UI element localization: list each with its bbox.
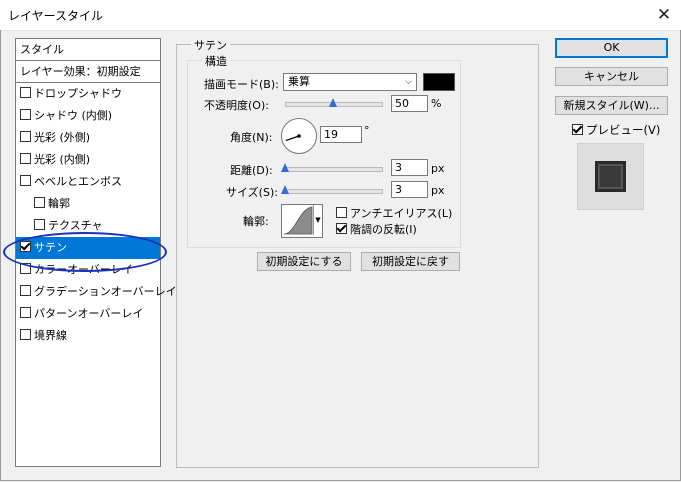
invert-checkbox[interactable] [336, 223, 347, 234]
distance-input[interactable]: 3 [391, 159, 428, 176]
style-item-checkbox[interactable] [20, 109, 31, 120]
style-item-label: パターンオーバーレイ [34, 307, 144, 320]
style-item-label: テクスチャ [48, 219, 103, 232]
preview-checkbox[interactable] [572, 124, 583, 135]
style-item-checkbox[interactable] [20, 175, 31, 186]
style-item[interactable]: レイヤー効果：初期設定 [16, 61, 160, 83]
style-item[interactable]: 境界線 [16, 325, 160, 347]
opacity-input[interactable]: 50 [391, 95, 428, 112]
style-item[interactable]: 光彩 (外側) [16, 127, 160, 149]
make-default-button[interactable]: 初期設定にする [257, 252, 351, 271]
anti-alias-label: アンチエイリアス(L) [350, 207, 453, 220]
size-unit: px [431, 184, 445, 197]
style-item-checkbox[interactable] [20, 285, 31, 296]
style-item-label: 境界線 [34, 329, 67, 342]
reset-default-button[interactable]: 初期設定に戻す [361, 252, 460, 271]
cancel-button[interactable]: キャンセル [555, 67, 668, 86]
style-item[interactable]: ベベルとエンボス [16, 171, 160, 193]
style-item[interactable]: パターンオーバーレイ [16, 303, 160, 325]
style-item-checkbox[interactable] [34, 197, 45, 208]
blend-mode-label: 描画モード(B): [204, 78, 279, 91]
opacity-label: 不透明度(O): [204, 99, 269, 112]
style-item-label: 光彩 (内側) [34, 153, 91, 166]
blend-color-swatch[interactable] [423, 73, 455, 91]
style-item[interactable]: ドロップシャドウ [16, 83, 160, 105]
style-item-label: 光彩 (外側) [34, 131, 91, 144]
style-item-checkbox[interactable] [20, 153, 31, 164]
style-item-label: シャドウ (内側) [34, 109, 113, 122]
blend-mode-value: 乗算 [288, 75, 310, 88]
distance-slider-thumb[interactable] [281, 163, 289, 172]
styles-panel-header[interactable]: スタイル [16, 39, 160, 61]
angle-dial-center [297, 134, 301, 138]
preview-option[interactable]: プレビュー(V) [572, 122, 660, 138]
anti-alias-option[interactable]: アンチエイリアス(L) [336, 205, 452, 221]
size-label: サイズ(S): [226, 186, 278, 199]
style-item-label: 輪郭 [48, 197, 70, 210]
style-item[interactable]: 光彩 (内側) [16, 149, 160, 171]
preview-swatch [595, 161, 626, 192]
style-item-label: ベベルとエンボス [34, 175, 122, 188]
contour-picker[interactable]: ▼ [281, 204, 323, 238]
window-title: レイヤースタイル [8, 9, 104, 23]
style-item-checkbox[interactable] [20, 131, 31, 142]
invert-label: 階調の反転(I) [350, 223, 417, 236]
angle-dial-graphic [285, 134, 301, 142]
preview-label: プレビュー(V) [586, 123, 661, 137]
styles-header-label: スタイル [20, 43, 64, 56]
size-slider-thumb[interactable] [281, 185, 289, 194]
invert-option[interactable]: 階調の反転(I) [336, 221, 417, 237]
style-preview [577, 143, 644, 210]
angle-indicator-line [285, 135, 300, 142]
style-item-label: レイヤー効果：初期設定 [20, 65, 141, 78]
angle-unit: ° [364, 124, 370, 137]
size-input[interactable]: 3 [391, 181, 428, 198]
opacity-unit: % [431, 97, 442, 110]
size-slider-track[interactable] [285, 189, 383, 194]
style-item-checkbox[interactable] [20, 87, 31, 98]
style-item[interactable]: シャドウ (内側) [16, 105, 160, 127]
annotation-ellipse [3, 232, 167, 272]
opacity-slider-thumb[interactable] [329, 98, 337, 107]
ok-button[interactable]: OK [555, 38, 668, 58]
angle-dial[interactable] [281, 118, 317, 154]
angle-input[interactable]: 19 [320, 126, 362, 143]
contour-dropdown-icon[interactable]: ▼ [313, 205, 322, 235]
style-item[interactable]: 輪郭 [16, 193, 160, 215]
blend-mode-select[interactable]: 乗算 ⌵ [283, 73, 417, 91]
satin-group-title: サテン [191, 37, 230, 53]
angle-label: 角度(N): [230, 131, 273, 144]
style-item-label: ドロップシャドウ [34, 87, 122, 100]
contour-label: 輪郭: [243, 215, 269, 228]
style-item[interactable]: グラデーションオーバーレイ [16, 281, 177, 303]
distance-slider-track[interactable] [285, 167, 383, 172]
anti-alias-checkbox[interactable] [336, 207, 347, 218]
distance-unit: px [431, 162, 445, 175]
style-item-checkbox[interactable] [20, 307, 31, 318]
style-item-checkbox[interactable] [20, 329, 31, 340]
style-item-checkbox[interactable] [34, 219, 45, 230]
style-item-label: グラデーションオーバーレイ [34, 285, 177, 298]
close-icon[interactable]: ✕ [652, 3, 676, 27]
new-style-button[interactable]: 新規スタイル(W)... [555, 96, 668, 115]
structure-title: 構造 [202, 53, 230, 69]
distance-label: 距離(D): [230, 164, 273, 177]
contour-curve-icon [283, 206, 313, 235]
chevron-down-icon: ⌵ [405, 77, 412, 87]
